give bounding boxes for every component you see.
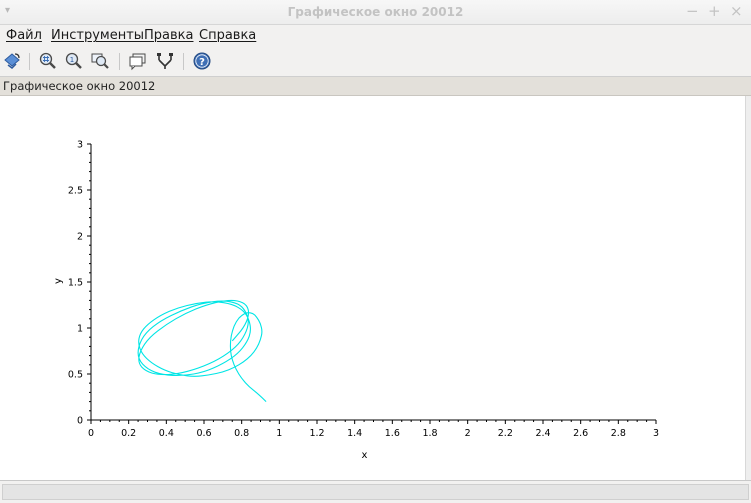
y-tick-label: 3 <box>77 140 83 151</box>
x-tick-label: 0.6 <box>196 428 211 439</box>
status-bar <box>0 480 751 503</box>
status-field <box>2 484 749 500</box>
menu-file[interactable]: Файл <box>6 28 42 43</box>
minimize-icon[interactable]: − <box>686 2 699 20</box>
curves <box>137 299 267 402</box>
y-tick-label: 0.5 <box>68 370 83 381</box>
svg-text:?: ? <box>199 57 205 68</box>
x-tick-label: 1.4 <box>347 428 362 439</box>
x-tick-label: 3 <box>653 428 659 439</box>
title-bar: ▾ Графическое окно 20012 − + × <box>0 0 751 25</box>
window-title: Графическое окно 20012 <box>287 5 464 19</box>
zoom-area-icon[interactable] <box>90 51 110 71</box>
x-tick-label: 1 <box>276 428 282 439</box>
y-tick-label: 2.5 <box>68 186 83 197</box>
x-tick-label: 2.8 <box>611 428 626 439</box>
toolbar-separator <box>119 53 120 70</box>
menu-bar: Файл Инструменты Правка Справка <box>0 25 751 47</box>
help-icon[interactable]: ? <box>192 51 212 71</box>
x-tick-label: 2.6 <box>573 428 588 439</box>
toolbar-separator <box>183 53 184 70</box>
toolbar: 1 ? <box>0 47 751 77</box>
edit-axes-icon[interactable] <box>155 51 175 71</box>
menu-edit[interactable]: Правка <box>144 28 193 43</box>
x-tick-label: 1.6 <box>385 428 400 439</box>
figure-info-bar: Графическое окно 20012 <box>0 77 751 96</box>
scroll-edge[interactable] <box>745 96 751 480</box>
figure-info-text: Графическое окно 20012 <box>3 79 156 93</box>
close-icon[interactable]: × <box>730 2 743 20</box>
menu-help[interactable]: Справка <box>199 28 256 43</box>
x-tick-label: 2 <box>465 428 471 439</box>
x-tick-label: 0.8 <box>234 428 249 439</box>
axes: 0 0.2 0.4 0.6 0.8 1 1.2 1.4 1.6 1.8 2 2.2 2.4 2.6 2.8 3… <box>53 140 659 462</box>
menu-tools[interactable]: Инструменты <box>51 28 144 43</box>
plot-area[interactable]: 0 0.2 0.4 0.6 0.8 1 1.2 1.4 1.6 1.8 2 2.2 2.4 2.6 2.8 3… <box>0 96 745 480</box>
x-tick-label: 1.2 <box>309 428 324 439</box>
x-tick-label: 2.4 <box>535 428 550 439</box>
rotate-icon[interactable] <box>2 51 22 71</box>
zoom-grid-icon[interactable] <box>38 51 58 71</box>
svg-text:1: 1 <box>70 56 74 64</box>
chart[interactable]: 0 0.2 0.4 0.6 0.8 1 1.2 1.4 1.6 1.8 2 2.2 2.4 2.6 2.8 3… <box>0 96 745 480</box>
y-axis-label: y <box>53 278 64 284</box>
series-line <box>137 299 267 402</box>
x-axis-label: x <box>362 450 368 461</box>
x-tick-label: 0 <box>88 428 94 439</box>
datatip-icon[interactable] <box>128 51 148 71</box>
x-tick-label: 1.8 <box>422 428 437 439</box>
y-tick-label: 0 <box>77 416 83 427</box>
maximize-icon[interactable]: + <box>708 2 721 20</box>
y-tick-label: 1.5 <box>68 278 83 289</box>
x-tick-label: 0.2 <box>121 428 136 439</box>
y-tick-label: 1 <box>77 324 83 335</box>
x-tick-label: 0.4 <box>159 428 174 439</box>
zoom-in-icon[interactable]: 1 <box>64 51 84 71</box>
toolbar-separator <box>29 53 30 70</box>
y-tick-label: 2 <box>77 232 83 243</box>
x-tick-label: 2.2 <box>498 428 513 439</box>
